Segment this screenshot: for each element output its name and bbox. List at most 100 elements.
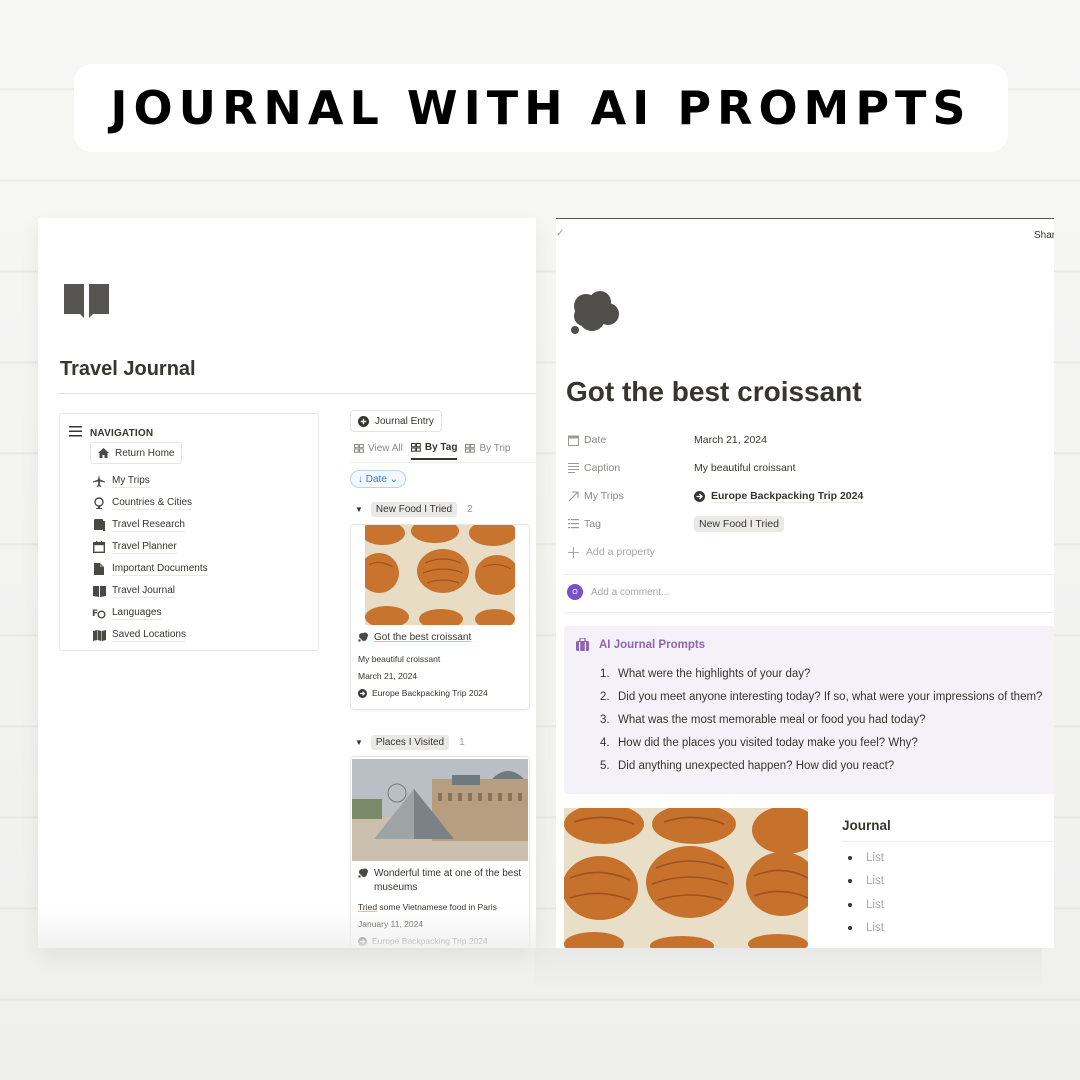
tab-by-tag[interactable]: By Tag [410, 438, 458, 460]
bullet-icon [848, 902, 852, 907]
prompt-item: 5. Did anything unexpected happen? How di… [600, 759, 895, 772]
book-open-icon [92, 584, 106, 598]
nav-item-travel-research[interactable]: Travel Research [92, 514, 208, 536]
nav-item-travel-planner[interactable]: Travel Planner [92, 536, 208, 558]
prompt-item: 1. What were the highlights of your day? [600, 667, 811, 680]
property-date[interactable]: Date March 21, 2024 [568, 426, 863, 454]
journal-list-item[interactable]: List [842, 893, 1054, 917]
callout-header: AI Journal Prompts [576, 638, 705, 651]
tab-by-trip[interactable]: By Trip [465, 438, 511, 460]
card-caption: My beautiful croissant [358, 654, 441, 664]
journal-section: Journal List List List List [842, 818, 1054, 940]
property-caption[interactable]: Caption My beautiful croissant [568, 454, 863, 482]
prompt-item: 2. Did you meet anyone interesting today?… [600, 690, 1043, 703]
nav-item-important-documents[interactable]: Important Documents [92, 558, 208, 580]
gallery-card[interactable]: Got the best croissant My beautiful croi… [350, 524, 530, 710]
journal-entry-page: ✓ Share Got the best croissant Date Marc… [556, 218, 1054, 948]
navigation-panel: NAVIGATION Return Home My Trips Countrie… [59, 413, 319, 651]
gallery-icon [465, 443, 476, 453]
group-count: 1 [459, 737, 465, 748]
nav-item-my-trips[interactable]: My Trips [92, 470, 208, 492]
plus-circle-icon [358, 415, 369, 427]
louvre-photo [352, 759, 528, 861]
nav-item-languages[interactable]: F Languages [92, 602, 208, 624]
entry-title: Got the best croissant [566, 376, 862, 407]
journal-list-item[interactable]: List [842, 846, 1054, 870]
card-trip-link[interactable]: Europe Backpacking Trip 2024 [351, 685, 529, 702]
divider [58, 393, 536, 394]
tab-view-all[interactable]: View All [354, 438, 403, 460]
avatar: O [567, 584, 583, 600]
document-icon [92, 562, 106, 576]
share-button[interactable]: Share [1034, 230, 1054, 241]
card-trip-link[interactable]: Europe Backpacking Trip 2024 [351, 933, 529, 948]
prompt-item: 4. How did the places you visited today m… [600, 736, 918, 749]
navigation-header: NAVIGATION [69, 424, 153, 442]
group-tag: Places I Visited [370, 735, 450, 750]
svg-text:F: F [92, 609, 98, 619]
group-header-new-food[interactable]: ▼ New Food I Tried 2 [355, 502, 473, 517]
thought-cloud-icon [570, 290, 622, 341]
add-property-button[interactable]: Add a property [568, 538, 863, 566]
journal-list-item[interactable]: List [842, 917, 1054, 941]
card-title: Wonderful time at one of the best museum… [351, 861, 529, 895]
check-icon: ✓ [556, 228, 565, 239]
property-tag[interactable]: Tag New Food I Tried [568, 510, 863, 538]
page-title: Travel Journal [60, 358, 196, 380]
new-journal-entry-button[interactable]: Journal Entry [350, 410, 442, 432]
card-caption: Tried some Vietnamese food in Paris [358, 902, 497, 912]
bullet-icon [848, 855, 852, 860]
navigation-list: My Trips Countries & Cities Travel Resea… [92, 470, 208, 646]
nav-item-saved-locations[interactable]: Saved Locations [92, 624, 208, 646]
arrow-circle-right-icon [358, 689, 367, 698]
translate-icon: F [92, 606, 106, 620]
nav-item-countries-cities[interactable]: Countries & Cities [92, 492, 208, 514]
journal-list: List List List List [842, 842, 1054, 940]
group-tag: New Food I Tried [370, 502, 458, 517]
prompt-item: 3. What was the most memorable meal or fo… [600, 713, 926, 726]
croissant-photo [365, 525, 515, 625]
hamburger-menu-icon[interactable] [69, 424, 82, 442]
view-tabs: View All By Tag By Trip [354, 438, 519, 460]
gallery-icon [354, 443, 364, 453]
prompts-list: 1. What were the highlights of your day? … [600, 662, 1042, 777]
date-sort-filter[interactable]: ↓ Date ⌄ [350, 470, 407, 488]
arrow-up-right-icon [568, 490, 579, 501]
travel-journal-page: Travel Journal NAVIGATION Return Home My… [38, 218, 536, 948]
divider [350, 462, 536, 463]
toggle-triangle-icon[interactable]: ▼ [355, 505, 363, 514]
map-icon [92, 628, 106, 642]
property-my-trips[interactable]: My Trips Europe Backpacking Trip 2024 [568, 482, 864, 510]
bullet-icon [848, 926, 852, 931]
divider [564, 612, 1054, 613]
book-open-icon [64, 282, 110, 323]
calendar-icon [92, 540, 106, 554]
plus-icon [568, 546, 579, 558]
properties-list: Date March 21, 2024 Caption My beautiful… [568, 426, 864, 566]
briefcase-icon [576, 638, 589, 651]
card-date: January 11, 2024 [358, 919, 424, 929]
return-home-label: Return Home [115, 447, 175, 459]
gallery-card[interactable]: Wonderful time at one of the best museum… [350, 756, 530, 948]
ai-prompts-callout: AI Journal Prompts 1. What were the highl… [564, 626, 1054, 794]
navigation-label: NAVIGATION [90, 427, 154, 439]
arrow-circle-right-icon [358, 937, 367, 946]
comment-placeholder: Add a comment... [591, 586, 670, 598]
thought-cloud-icon [358, 868, 368, 878]
toggle-triangle-icon[interactable]: ▼ [355, 738, 363, 747]
text-lines-icon [568, 463, 579, 473]
nav-item-travel-journal[interactable]: Travel Journal [92, 580, 208, 602]
calendar-icon [568, 435, 579, 446]
panel-shadow [534, 948, 1042, 988]
journal-list-item[interactable]: List [842, 870, 1054, 894]
book-icon [92, 518, 106, 532]
thought-cloud-icon [358, 632, 368, 642]
group-header-places-visited[interactable]: ▼ Places I Visited 1 [355, 735, 465, 750]
divider [564, 574, 1054, 575]
home-icon [98, 448, 109, 458]
return-home-button[interactable]: Return Home [90, 442, 182, 464]
gallery-icon [410, 442, 421, 452]
card-date: March 21, 2024 [358, 671, 418, 681]
comment-input[interactable]: O Add a comment... [567, 584, 669, 600]
globe-icon [92, 496, 106, 510]
